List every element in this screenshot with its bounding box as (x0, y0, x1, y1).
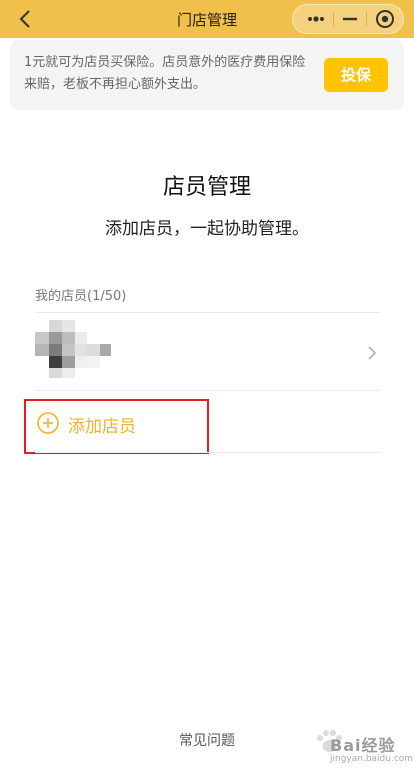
watermark-subtext: jingyan.baidu.com (330, 754, 414, 764)
minimize-icon[interactable] (337, 5, 363, 33)
chevron-right-icon (368, 346, 377, 360)
miniapp-capsule (292, 4, 404, 34)
page-subtitle: 添加店员，一起协助管理。 (105, 219, 309, 239)
watermark-text: Bai经验 (330, 736, 396, 755)
target-circle-icon[interactable] (371, 5, 399, 33)
pixelated-avatar (35, 320, 111, 378)
top-navbar: 门店管理 (0, 0, 414, 38)
buy-insurance-button[interactable]: 投保 (324, 58, 388, 92)
more-dots-icon[interactable] (303, 5, 329, 33)
divider (35, 390, 380, 391)
divider (35, 452, 380, 453)
staff-list-item[interactable] (35, 314, 380, 390)
capsule-divider (366, 12, 367, 26)
red-highlight-box (24, 399, 209, 454)
insurance-banner-text: 1元就可为店员买保险。店员意外的医疗费用保险来赔，老板不再担心额外支出。 (24, 55, 306, 92)
page-title: 店员管理 (162, 175, 251, 200)
divider (35, 312, 380, 313)
my-staff-label: 我的店员(1/50) (35, 289, 127, 304)
capsule-divider (333, 12, 334, 26)
insurance-banner: 1元就可为店员买保险。店员意外的医疗费用保险来赔，老板不再担心额外支出。 投保 (10, 40, 404, 110)
